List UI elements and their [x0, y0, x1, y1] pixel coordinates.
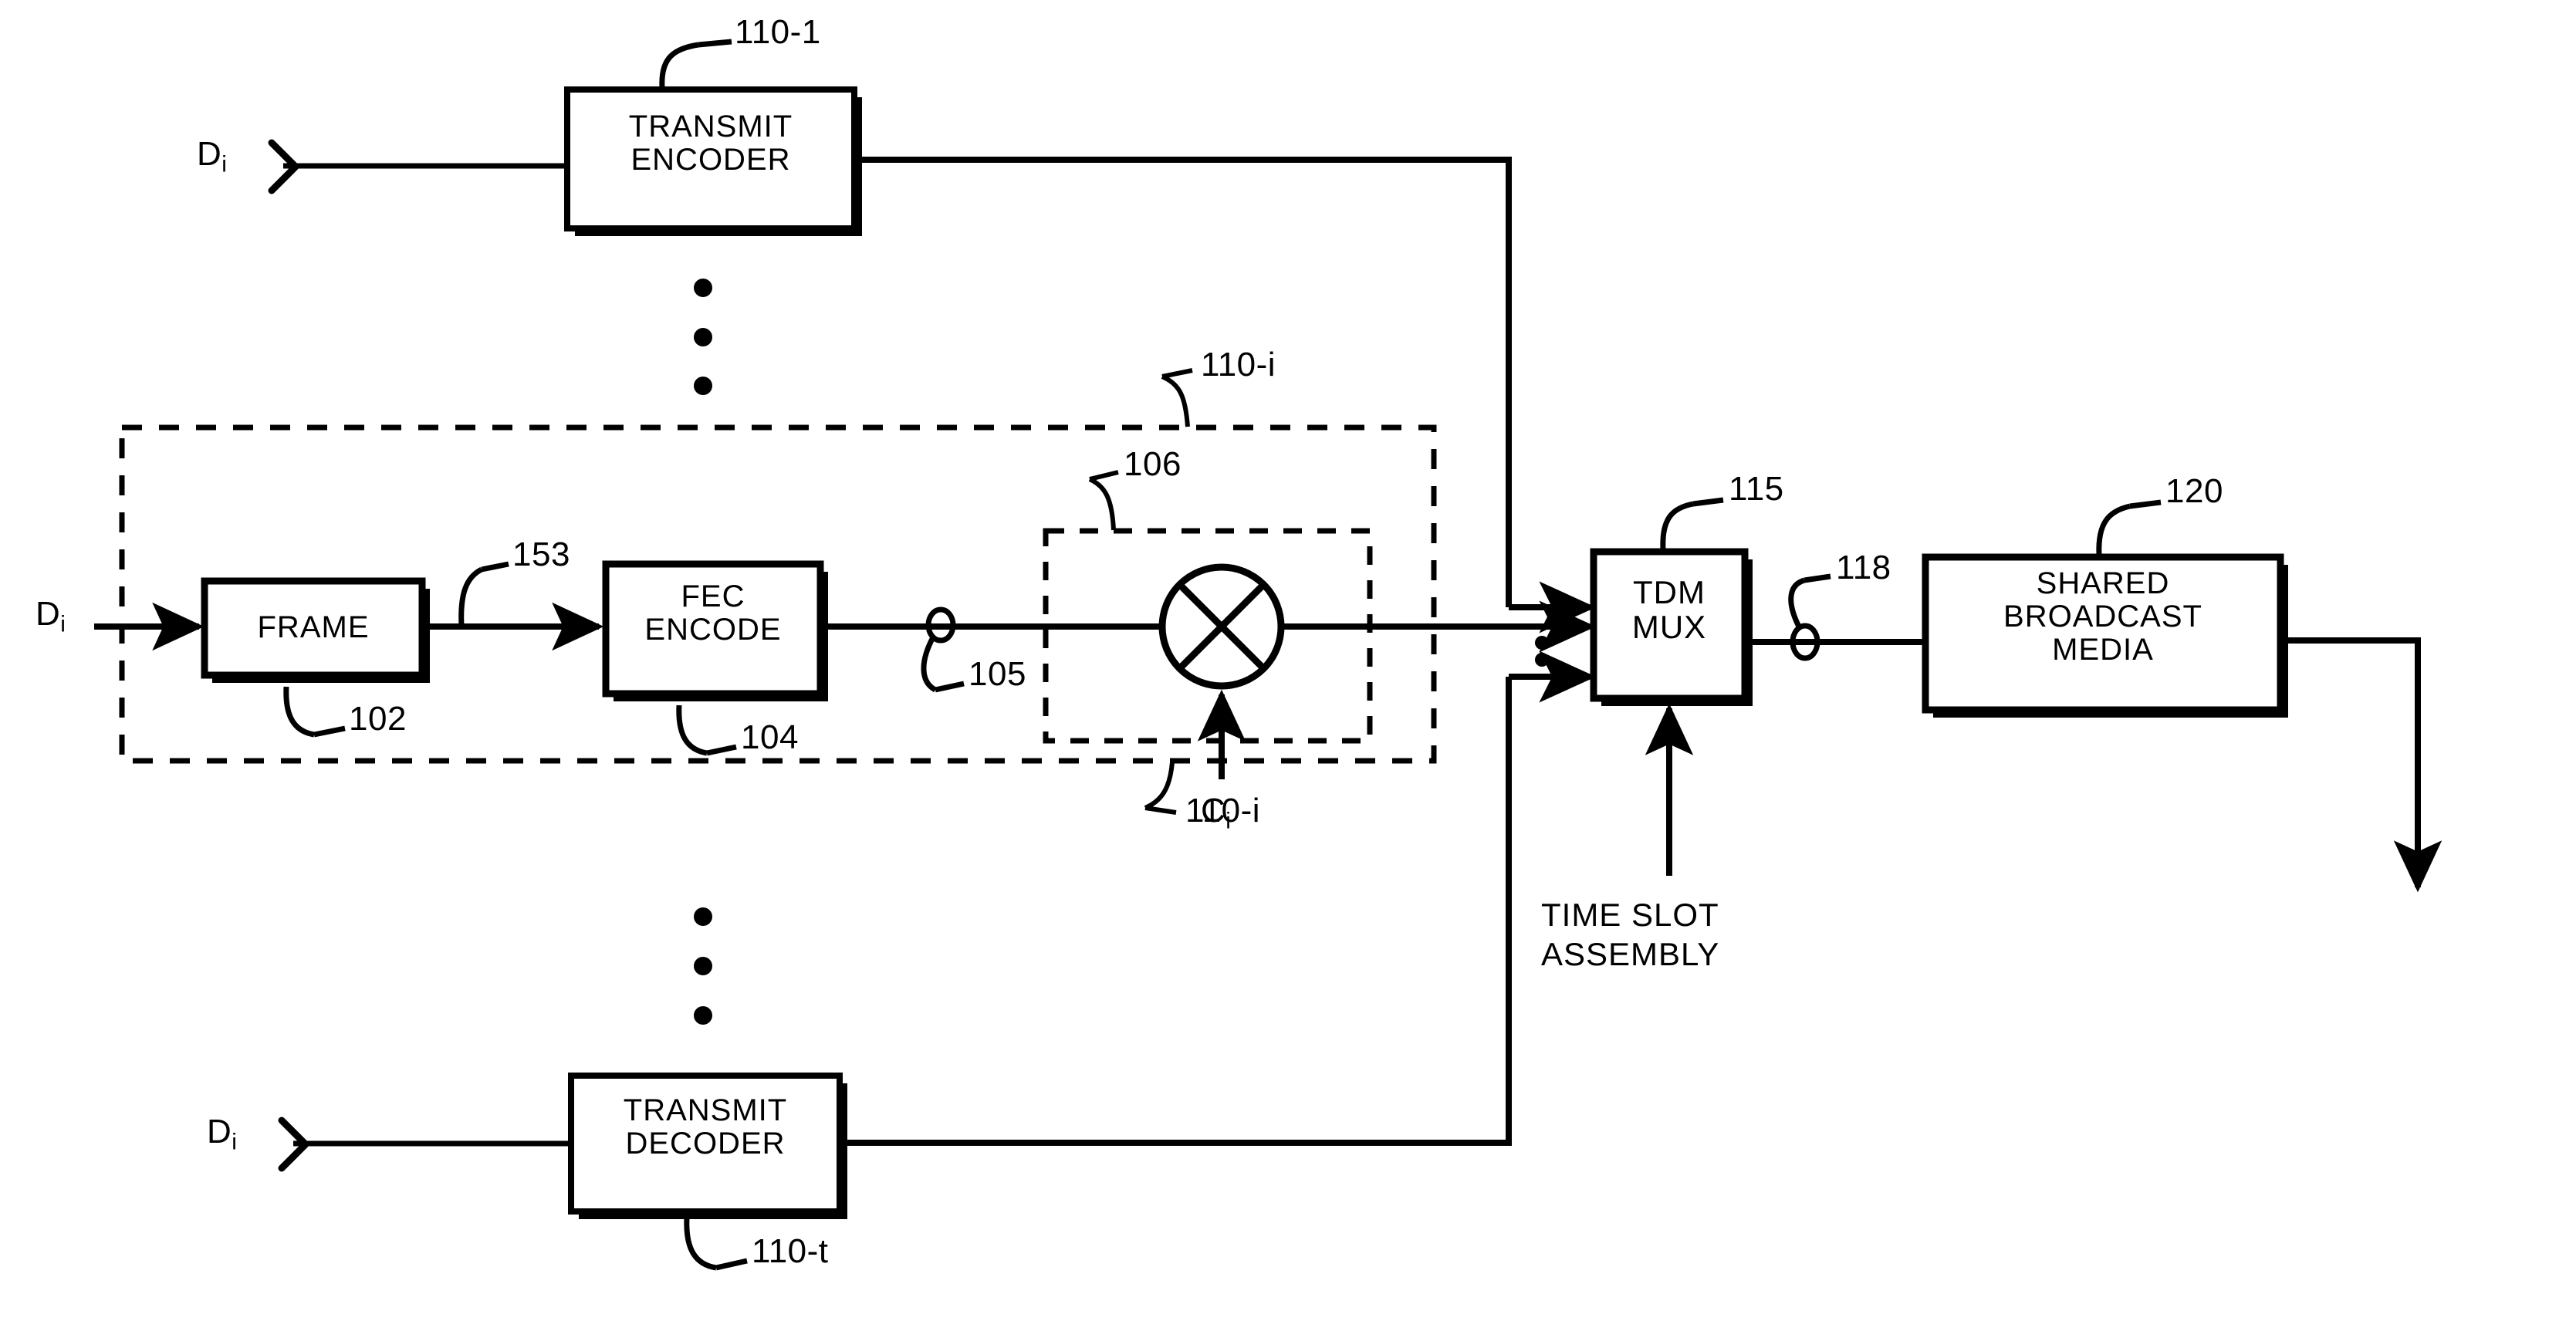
- signal-label-din-bottom: Di: [207, 1113, 237, 1155]
- mixer-symbol: [1158, 563, 1285, 690]
- leader-110-t: [684, 1217, 717, 1271]
- leader-118: [1788, 577, 1806, 628]
- ref-110-1: 110-1: [735, 13, 821, 51]
- leader-106: [1088, 477, 1116, 531]
- wire-din-bottom: [278, 1117, 584, 1172]
- wire-media-output: [2280, 637, 2442, 893]
- mux-input-ellipsis: [1535, 636, 1549, 667]
- ref-118: 118: [1836, 549, 1891, 586]
- leader-115: [1660, 501, 1694, 550]
- leader-110-1: [659, 42, 699, 88]
- ref-110-i-top: 110-i: [1201, 346, 1276, 383]
- wire-encoder-out-to-mux: [854, 157, 1512, 607]
- time-slot-assembly-annotation: TIME SLOT ASSEMBLY: [1541, 897, 1720, 973]
- vertical-ellipsis-lower: [694, 907, 712, 1025]
- vertical-ellipsis-upper: [694, 279, 712, 395]
- leader-105: [921, 636, 937, 693]
- leader-110i-top: [1161, 374, 1190, 427]
- wire-din-top: [268, 139, 569, 194]
- signal-label-din-mid: Di: [35, 595, 66, 637]
- fec-encode-label: FEC ENCODE: [644, 579, 782, 647]
- transmit-decoder-label: TRANSMIT DECODER: [623, 1093, 788, 1161]
- ref-106: 106: [1124, 445, 1182, 483]
- transmit-encoder-label: TRANSMIT ENCODER: [628, 110, 793, 177]
- figure-canvas: Di TRANSMIT ENCODER 110-1 110-i 110-i Di…: [0, 0, 2576, 1321]
- frame-label: FRAME: [257, 610, 370, 644]
- shared-broadcast-media-label: SHARED BROADCAST MEDIA: [2003, 566, 2202, 667]
- tdm-mux-label: TDM MUX: [1631, 574, 1707, 646]
- wire-decoder-out-to-mux: [840, 677, 1512, 1146]
- signal-label-din-top: Di: [197, 135, 227, 177]
- leader-153: [458, 566, 483, 627]
- ref-102: 102: [349, 700, 407, 738]
- leader-110i-bottom: [1144, 762, 1175, 810]
- leader-120: [2096, 503, 2131, 556]
- leader-102: [283, 686, 315, 738]
- ref-115: 115: [1729, 470, 1784, 508]
- ref-104: 104: [741, 718, 799, 756]
- ref-120: 120: [2165, 472, 2223, 510]
- ref-153: 153: [512, 535, 570, 573]
- leader-104: [676, 704, 708, 756]
- ref-105: 105: [969, 655, 1026, 693]
- ref-110-t: 110-t: [752, 1232, 829, 1270]
- signal-label-ci: Ci: [1201, 792, 1231, 834]
